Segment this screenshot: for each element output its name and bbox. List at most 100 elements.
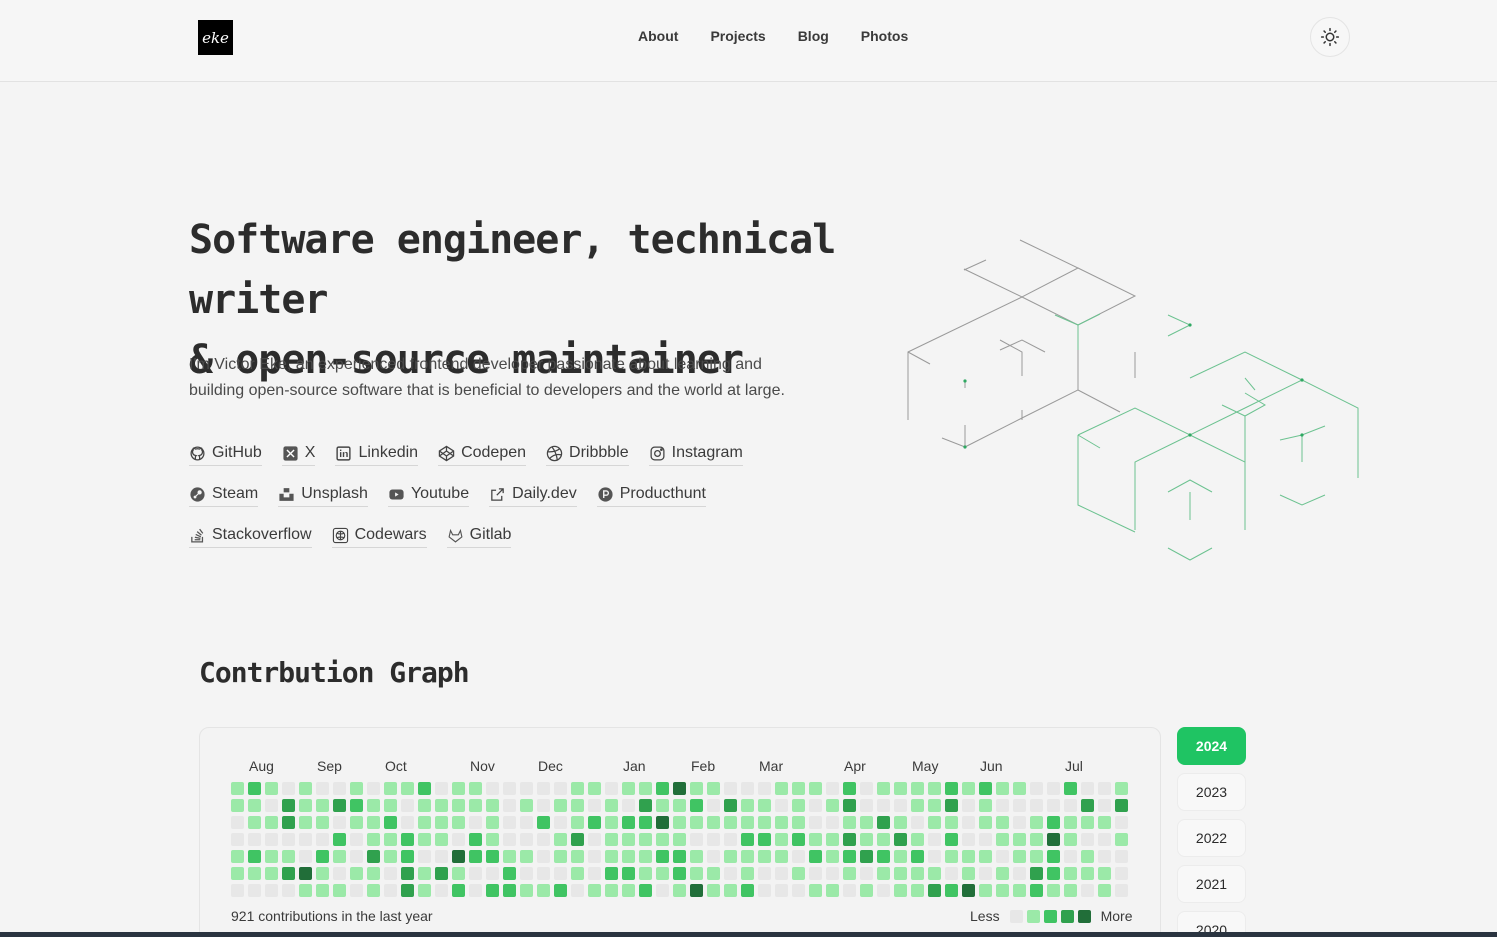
contribution-day-cell[interactable] (809, 884, 822, 897)
social-codewars[interactable]: Codewars (331, 526, 427, 548)
contribution-day-cell[interactable] (469, 833, 482, 846)
contribution-day-cell[interactable] (826, 884, 839, 897)
contribution-day-cell[interactable] (673, 833, 686, 846)
contribution-day-cell[interactable] (724, 867, 737, 880)
contribution-day-cell[interactable] (248, 850, 261, 863)
contribution-day-cell[interactable] (945, 867, 958, 880)
contribution-day-cell[interactable] (367, 833, 380, 846)
contribution-day-cell[interactable] (690, 799, 703, 812)
contribution-day-cell[interactable] (775, 816, 788, 829)
contribution-day-cell[interactable] (248, 884, 261, 897)
contribution-day-cell[interactable] (996, 799, 1009, 812)
contribution-day-cell[interactable] (911, 867, 924, 880)
contribution-day-cell[interactable] (996, 816, 1009, 829)
contribution-day-cell[interactable] (350, 782, 363, 795)
contribution-day-cell[interactable] (435, 833, 448, 846)
contribution-day-cell[interactable] (469, 799, 482, 812)
contribution-day-cell[interactable] (401, 799, 414, 812)
nav-blog[interactable]: Blog (798, 28, 829, 44)
contribution-day-cell[interactable] (911, 799, 924, 812)
contribution-day-cell[interactable] (231, 782, 244, 795)
contribution-day-cell[interactable] (928, 867, 941, 880)
contribution-day-cell[interactable] (894, 782, 907, 795)
contribution-day-cell[interactable] (809, 816, 822, 829)
contribution-day-cell[interactable] (605, 782, 618, 795)
contribution-day-cell[interactable] (622, 799, 635, 812)
contribution-day-cell[interactable] (1030, 782, 1043, 795)
contribution-day-cell[interactable] (316, 816, 329, 829)
contribution-day-cell[interactable] (622, 884, 635, 897)
contribution-day-cell[interactable] (860, 867, 873, 880)
contribution-day-cell[interactable] (231, 833, 244, 846)
contribution-day-cell[interactable] (384, 867, 397, 880)
contribution-day-cell[interactable] (231, 799, 244, 812)
contribution-day-cell[interactable] (979, 782, 992, 795)
contribution-day-cell[interactable] (486, 816, 499, 829)
contribution-day-cell[interactable] (299, 867, 312, 880)
contribution-day-cell[interactable] (231, 867, 244, 880)
contribution-day-cell[interactable] (282, 850, 295, 863)
contribution-day-cell[interactable] (1064, 867, 1077, 880)
contribution-day-cell[interactable] (452, 816, 465, 829)
contribution-day-cell[interactable] (520, 782, 533, 795)
contribution-day-cell[interactable] (690, 867, 703, 880)
contribution-day-cell[interactable] (860, 816, 873, 829)
contribution-day-cell[interactable] (265, 833, 278, 846)
contribution-day-cell[interactable] (537, 884, 550, 897)
contribution-day-cell[interactable] (248, 816, 261, 829)
contribution-day-cell[interactable] (537, 816, 550, 829)
contribution-day-cell[interactable] (877, 850, 890, 863)
contribution-day-cell[interactable] (894, 850, 907, 863)
contribution-day-cell[interactable] (588, 782, 601, 795)
contribution-day-cell[interactable] (656, 867, 669, 880)
contribution-day-cell[interactable] (384, 782, 397, 795)
contribution-day-cell[interactable] (792, 884, 805, 897)
contribution-day-cell[interactable] (911, 833, 924, 846)
contribution-day-cell[interactable] (605, 850, 618, 863)
contribution-day-cell[interactable] (622, 867, 635, 880)
contribution-day-cell[interactable] (843, 816, 856, 829)
contribution-day-cell[interactable] (316, 833, 329, 846)
contribution-day-cell[interactable] (503, 850, 516, 863)
contribution-day-cell[interactable] (520, 884, 533, 897)
contribution-day-cell[interactable] (1115, 833, 1128, 846)
contribution-day-cell[interactable] (622, 782, 635, 795)
contribution-day-cell[interactable] (843, 867, 856, 880)
contribution-day-cell[interactable] (656, 782, 669, 795)
contribution-day-cell[interactable] (1047, 833, 1060, 846)
social-stackoverflow[interactable]: Stackoverflow (189, 526, 312, 548)
contribution-day-cell[interactable] (316, 867, 329, 880)
social-producthunt[interactable]: Producthunt (596, 485, 706, 507)
contribution-day-cell[interactable] (520, 799, 533, 812)
contribution-day-cell[interactable] (758, 782, 771, 795)
contribution-day-cell[interactable] (384, 799, 397, 812)
contribution-day-cell[interactable] (537, 867, 550, 880)
contribution-day-cell[interactable] (979, 867, 992, 880)
contribution-day-cell[interactable] (520, 850, 533, 863)
contribution-day-cell[interactable] (333, 799, 346, 812)
contribution-day-cell[interactable] (537, 782, 550, 795)
contribution-day-cell[interactable] (1013, 850, 1026, 863)
contribution-day-cell[interactable] (860, 850, 873, 863)
contribution-day-cell[interactable] (673, 816, 686, 829)
contribution-day-cell[interactable] (588, 799, 601, 812)
contribution-day-cell[interactable] (282, 782, 295, 795)
contribution-day-cell[interactable] (928, 816, 941, 829)
contribution-day-cell[interactable] (1030, 867, 1043, 880)
contribution-day-cell[interactable] (588, 884, 601, 897)
contribution-day-cell[interactable] (639, 867, 652, 880)
contribution-day-cell[interactable] (1098, 816, 1111, 829)
contribution-day-cell[interactable] (979, 884, 992, 897)
contribution-day-cell[interactable] (860, 833, 873, 846)
contribution-day-cell[interactable] (792, 867, 805, 880)
contribution-day-cell[interactable] (503, 799, 516, 812)
contribution-day-cell[interactable] (384, 850, 397, 863)
contribution-day-cell[interactable] (1030, 833, 1043, 846)
contribution-day-cell[interactable] (826, 850, 839, 863)
contribution-day-cell[interactable] (282, 884, 295, 897)
contribution-day-cell[interactable] (792, 816, 805, 829)
contribution-day-cell[interactable] (860, 782, 873, 795)
contribution-day-cell[interactable] (605, 833, 618, 846)
contribution-day-cell[interactable] (1098, 833, 1111, 846)
social-dailydev[interactable]: Daily.dev (489, 485, 577, 507)
